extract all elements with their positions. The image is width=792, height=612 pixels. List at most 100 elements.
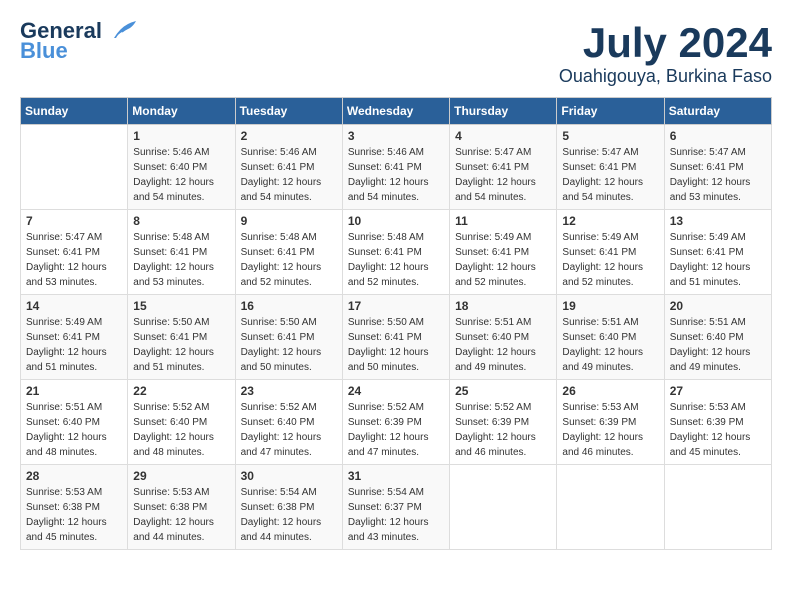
day-info: Sunrise: 5:49 AM Sunset: 6:41 PM Dayligh… (562, 230, 658, 290)
day-info: Sunrise: 5:46 AM Sunset: 6:41 PM Dayligh… (241, 145, 337, 205)
day-info: Sunrise: 5:46 AM Sunset: 6:40 PM Dayligh… (133, 145, 229, 205)
calendar-cell: 30Sunrise: 5:54 AM Sunset: 6:38 PM Dayli… (235, 465, 342, 550)
day-number: 23 (241, 384, 337, 398)
day-number: 24 (348, 384, 444, 398)
day-info: Sunrise: 5:54 AM Sunset: 6:37 PM Dayligh… (348, 485, 444, 545)
calendar-cell (557, 465, 664, 550)
day-number: 9 (241, 214, 337, 228)
day-number: 21 (26, 384, 122, 398)
day-number: 26 (562, 384, 658, 398)
day-info: Sunrise: 5:51 AM Sunset: 6:40 PM Dayligh… (562, 315, 658, 375)
day-info: Sunrise: 5:48 AM Sunset: 6:41 PM Dayligh… (241, 230, 337, 290)
day-number: 18 (455, 299, 551, 313)
calendar-cell: 15 Sunrise: 5:50 AM Sunset: 6:41 PM Dayli… (128, 295, 235, 380)
day-info: Sunrise: 5:54 AM Sunset: 6:38 PM Dayligh… (241, 485, 337, 545)
day-number: 19 (562, 299, 658, 313)
calendar-cell: 24 Sunrise: 5:52 AM Sunset: 6:39 PM Dayli… (342, 380, 449, 465)
day-info: Sunrise: 5:52 AM Sunset: 6:39 PM Dayligh… (348, 400, 444, 460)
day-info: Sunrise: 5:53 AM Sunset: 6:38 PM Dayligh… (133, 485, 229, 545)
day-number: 28 (26, 469, 122, 483)
calendar-cell: 16 Sunrise: 5:50 AM Sunset: 6:41 PM Dayli… (235, 295, 342, 380)
day-info: Sunrise: 5:51 AM Sunset: 6:40 PM Dayligh… (455, 315, 551, 375)
day-number: 16 (241, 299, 337, 313)
day-info: Sunrise: 5:50 AM Sunset: 6:41 PM Dayligh… (348, 315, 444, 375)
calendar-table: SundayMondayTuesdayWednesdayThursdayFrid… (20, 97, 772, 550)
calendar-cell: 4Sunrise: 5:47 AM Sunset: 6:41 PM Daylig… (450, 125, 557, 210)
calendar-week-5: 28 Sunrise: 5:53 AM Sunset: 6:38 PM Dayli… (21, 465, 772, 550)
day-number: 31 (348, 469, 444, 483)
calendar-cell: 23 Sunrise: 5:52 AM Sunset: 6:40 PM Dayli… (235, 380, 342, 465)
day-info: Sunrise: 5:47 AM Sunset: 6:41 PM Dayligh… (455, 145, 551, 205)
day-info: Sunrise: 5:47 AM Sunset: 6:41 PM Dayligh… (26, 230, 122, 290)
day-info: Sunrise: 5:49 AM Sunset: 6:41 PM Dayligh… (670, 230, 766, 290)
day-number: 7 (26, 214, 122, 228)
day-info: Sunrise: 5:52 AM Sunset: 6:39 PM Dayligh… (455, 400, 551, 460)
calendar-cell: 25 Sunrise: 5:52 AM Sunset: 6:39 PM Dayli… (450, 380, 557, 465)
day-number: 8 (133, 214, 229, 228)
calendar-cell: 5 Sunrise: 5:47 AM Sunset: 6:41 PM Daylig… (557, 125, 664, 210)
day-info: Sunrise: 5:49 AM Sunset: 6:41 PM Dayligh… (26, 315, 122, 375)
calendar-cell: 14 Sunrise: 5:49 AM Sunset: 6:41 PM Dayli… (21, 295, 128, 380)
calendar-cell: 9 Sunrise: 5:48 AM Sunset: 6:41 PM Daylig… (235, 210, 342, 295)
calendar-week-4: 21 Sunrise: 5:51 AM Sunset: 6:40 PM Dayli… (21, 380, 772, 465)
calendar-cell: 19 Sunrise: 5:51 AM Sunset: 6:40 PM Dayli… (557, 295, 664, 380)
header-thursday: Thursday (450, 98, 557, 125)
day-number: 17 (348, 299, 444, 313)
day-number: 13 (670, 214, 766, 228)
calendar-cell: 20Sunrise: 5:51 AM Sunset: 6:40 PM Dayli… (664, 295, 771, 380)
day-info: Sunrise: 5:53 AM Sunset: 6:38 PM Dayligh… (26, 485, 122, 545)
day-info: Sunrise: 5:48 AM Sunset: 6:41 PM Dayligh… (133, 230, 229, 290)
day-info: Sunrise: 5:53 AM Sunset: 6:39 PM Dayligh… (562, 400, 658, 460)
logo-line2: Blue (20, 40, 68, 62)
location: Ouahigouya, Burkina Faso (559, 66, 772, 87)
day-info: Sunrise: 5:46 AM Sunset: 6:41 PM Dayligh… (348, 145, 444, 205)
day-info: Sunrise: 5:52 AM Sunset: 6:40 PM Dayligh… (133, 400, 229, 460)
header-friday: Friday (557, 98, 664, 125)
calendar-cell: 28 Sunrise: 5:53 AM Sunset: 6:38 PM Dayli… (21, 465, 128, 550)
calendar-cell (664, 465, 771, 550)
title-area: July 2024 Ouahigouya, Burkina Faso (559, 20, 772, 87)
day-number: 5 (562, 129, 658, 143)
day-number: 1 (133, 129, 229, 143)
page-header: General Blue July 2024 Ouahigouya, Burki… (20, 20, 772, 87)
header-wednesday: Wednesday (342, 98, 449, 125)
day-number: 14 (26, 299, 122, 313)
day-number: 27 (670, 384, 766, 398)
day-number: 6 (670, 129, 766, 143)
day-number: 10 (348, 214, 444, 228)
day-info: Sunrise: 5:51 AM Sunset: 6:40 PM Dayligh… (670, 315, 766, 375)
day-number: 22 (133, 384, 229, 398)
day-number: 15 (133, 299, 229, 313)
calendar-cell: 7 Sunrise: 5:47 AM Sunset: 6:41 PM Daylig… (21, 210, 128, 295)
day-number: 12 (562, 214, 658, 228)
day-info: Sunrise: 5:51 AM Sunset: 6:40 PM Dayligh… (26, 400, 122, 460)
day-info: Sunrise: 5:50 AM Sunset: 6:41 PM Dayligh… (241, 315, 337, 375)
calendar-cell: 8 Sunrise: 5:48 AM Sunset: 6:41 PM Daylig… (128, 210, 235, 295)
day-number: 3 (348, 129, 444, 143)
calendar-cell: 29 Sunrise: 5:53 AM Sunset: 6:38 PM Dayli… (128, 465, 235, 550)
day-info: Sunrise: 5:47 AM Sunset: 6:41 PM Dayligh… (670, 145, 766, 205)
calendar-cell (450, 465, 557, 550)
calendar-cell: 31 Sunrise: 5:54 AM Sunset: 6:37 PM Dayli… (342, 465, 449, 550)
calendar-cell: 10 Sunrise: 5:48 AM Sunset: 6:41 PM Dayli… (342, 210, 449, 295)
day-info: Sunrise: 5:53 AM Sunset: 6:39 PM Dayligh… (670, 400, 766, 460)
day-info: Sunrise: 5:49 AM Sunset: 6:41 PM Dayligh… (455, 230, 551, 290)
header-sunday: Sunday (21, 98, 128, 125)
calendar-cell: 21 Sunrise: 5:51 AM Sunset: 6:40 PM Dayli… (21, 380, 128, 465)
header-saturday: Saturday (664, 98, 771, 125)
day-info: Sunrise: 5:48 AM Sunset: 6:41 PM Dayligh… (348, 230, 444, 290)
calendar-cell: 18 Sunrise: 5:51 AM Sunset: 6:40 PM Dayli… (450, 295, 557, 380)
calendar-cell: 2 Sunrise: 5:46 AM Sunset: 6:41 PM Daylig… (235, 125, 342, 210)
day-number: 25 (455, 384, 551, 398)
calendar-cell: 11Sunrise: 5:49 AM Sunset: 6:41 PM Dayli… (450, 210, 557, 295)
day-info: Sunrise: 5:50 AM Sunset: 6:41 PM Dayligh… (133, 315, 229, 375)
calendar-cell: 12 Sunrise: 5:49 AM Sunset: 6:41 PM Dayli… (557, 210, 664, 295)
calendar-cell: 27 Sunrise: 5:53 AM Sunset: 6:39 PM Dayli… (664, 380, 771, 465)
day-info: Sunrise: 5:47 AM Sunset: 6:41 PM Dayligh… (562, 145, 658, 205)
calendar-cell: 17 Sunrise: 5:50 AM Sunset: 6:41 PM Dayli… (342, 295, 449, 380)
day-number: 2 (241, 129, 337, 143)
header-tuesday: Tuesday (235, 98, 342, 125)
day-info: Sunrise: 5:52 AM Sunset: 6:40 PM Dayligh… (241, 400, 337, 460)
day-number: 29 (133, 469, 229, 483)
calendar-cell (21, 125, 128, 210)
